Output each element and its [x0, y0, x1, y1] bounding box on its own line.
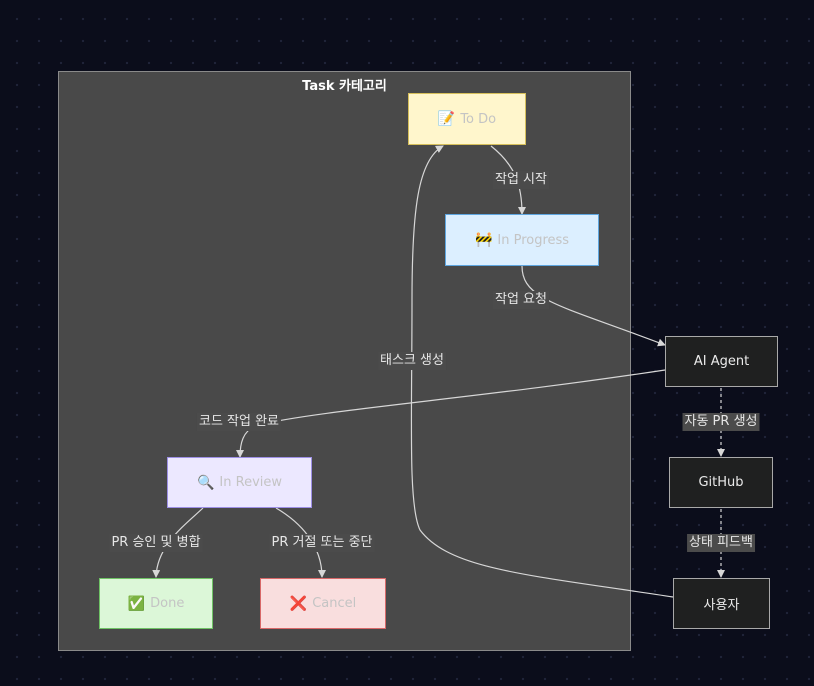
node-in-progress[interactable]: 🚧 In Progress — [445, 214, 599, 266]
edge-label-code-done: 코드 작업 완료 — [196, 413, 282, 431]
edge-label-create-task: 태스크 생성 — [378, 352, 446, 370]
node-done-label: Done — [150, 596, 185, 611]
node-in-review-label: In Review — [219, 475, 283, 490]
node-ai-agent[interactable]: AI Agent — [665, 336, 778, 387]
edge-label-pr-approve: PR 승인 및 병합 — [109, 534, 203, 552]
cluster-title: Task 카테고리 — [302, 79, 387, 94]
node-cancel[interactable]: ❌ Cancel — [260, 578, 386, 629]
node-todo-label: To Do — [460, 111, 497, 127]
node-github[interactable]: GitHub — [669, 457, 773, 508]
memo-icon: 📝 — [437, 111, 456, 127]
node-user-label: 사용자 — [703, 598, 740, 613]
node-in-progress-label: In Progress — [497, 232, 570, 248]
node-user[interactable]: 사용자 — [673, 578, 770, 629]
check-mark-icon: ✅ — [127, 595, 146, 612]
cross-mark-icon: ❌ — [289, 595, 308, 612]
diagram-canvas: Task 카테고리 📝 To Do 🚧 In Progress 🔍 In Rev… — [0, 0, 814, 686]
edge-label-status-feedback: 상태 피드백 — [687, 534, 755, 552]
edge-label-request-work: 작업 요청 — [493, 291, 549, 309]
construction-icon: 🚧 — [474, 232, 493, 248]
node-cancel-label: Cancel — [312, 596, 357, 611]
node-in-review[interactable]: 🔍 In Review — [167, 457, 312, 508]
node-ai-agent-label: AI Agent — [693, 354, 750, 369]
edge-label-start-work: 작업 시작 — [493, 171, 549, 189]
task-category-cluster: Task 카테고리 — [58, 71, 631, 651]
edge-label-auto-pr: 자동 PR 생성 — [682, 413, 760, 431]
node-todo[interactable]: 📝 To Do — [408, 93, 526, 145]
edge-label-pr-reject: PR 거절 또는 중단 — [269, 534, 375, 552]
node-done[interactable]: ✅ Done — [99, 578, 213, 629]
node-github-label: GitHub — [698, 475, 744, 490]
magnifier-icon: 🔍 — [196, 474, 215, 491]
